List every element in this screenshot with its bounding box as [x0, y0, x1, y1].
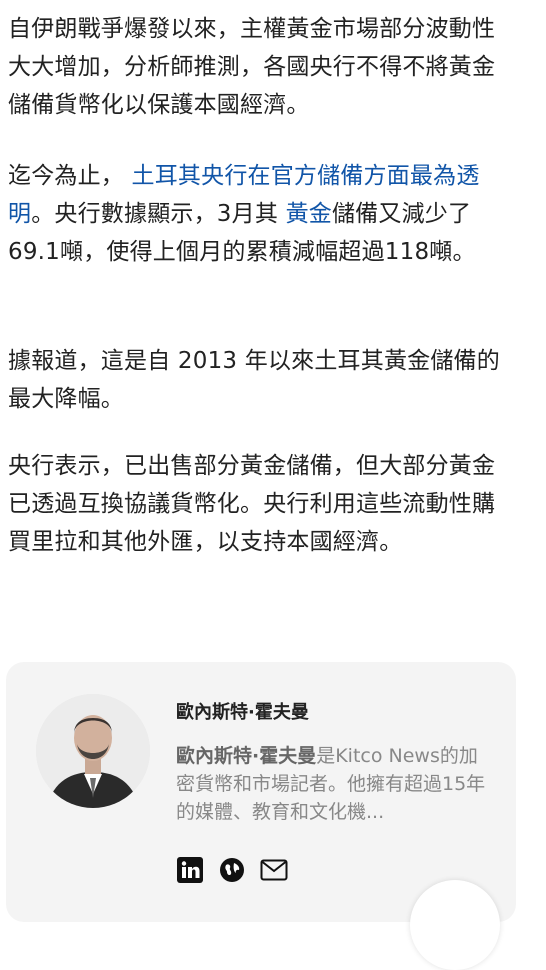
globe-icon[interactable] [218, 856, 246, 884]
linkedin-icon[interactable] [176, 856, 204, 884]
author-name[interactable]: 歐內斯特·霍夫曼 [176, 698, 309, 724]
text-segment: 迄今為止， [8, 163, 124, 189]
author-social-links [176, 856, 288, 884]
text-segment: 。央行數據顯示，3月其 [31, 201, 279, 227]
author-bio: 歐內斯特·霍夫曼是Kitco News的加密貨幣和市場記者。他擁有超過15年的媒… [176, 742, 496, 826]
author-avatar[interactable] [36, 694, 150, 808]
article-paragraph: 據報道，這是自 2013 年以來土耳其黃金儲備的最大降幅。 [8, 348, 500, 412]
article-paragraph: 自伊朗戰爭爆發以來，主權黃金市場部分波動性大大增加，分析師推測，各國央行不得不將… [8, 16, 496, 118]
floating-action-button[interactable] [410, 880, 500, 970]
gold-link[interactable]: 黃金 [286, 201, 332, 227]
email-icon[interactable] [260, 856, 288, 884]
article-paragraph: 迄今為止， 土耳其央行在官方儲備方面最為透明。央行數據顯示，3月其 黃金儲備又減… [8, 157, 508, 271]
article-paragraph: 央行表示，已出售部分黃金儲備，但大部分黃金已透過互換協議貨幣化。央行利用這些流動… [8, 453, 496, 555]
author-bio-name: 歐內斯特·霍夫曼 [176, 745, 317, 767]
